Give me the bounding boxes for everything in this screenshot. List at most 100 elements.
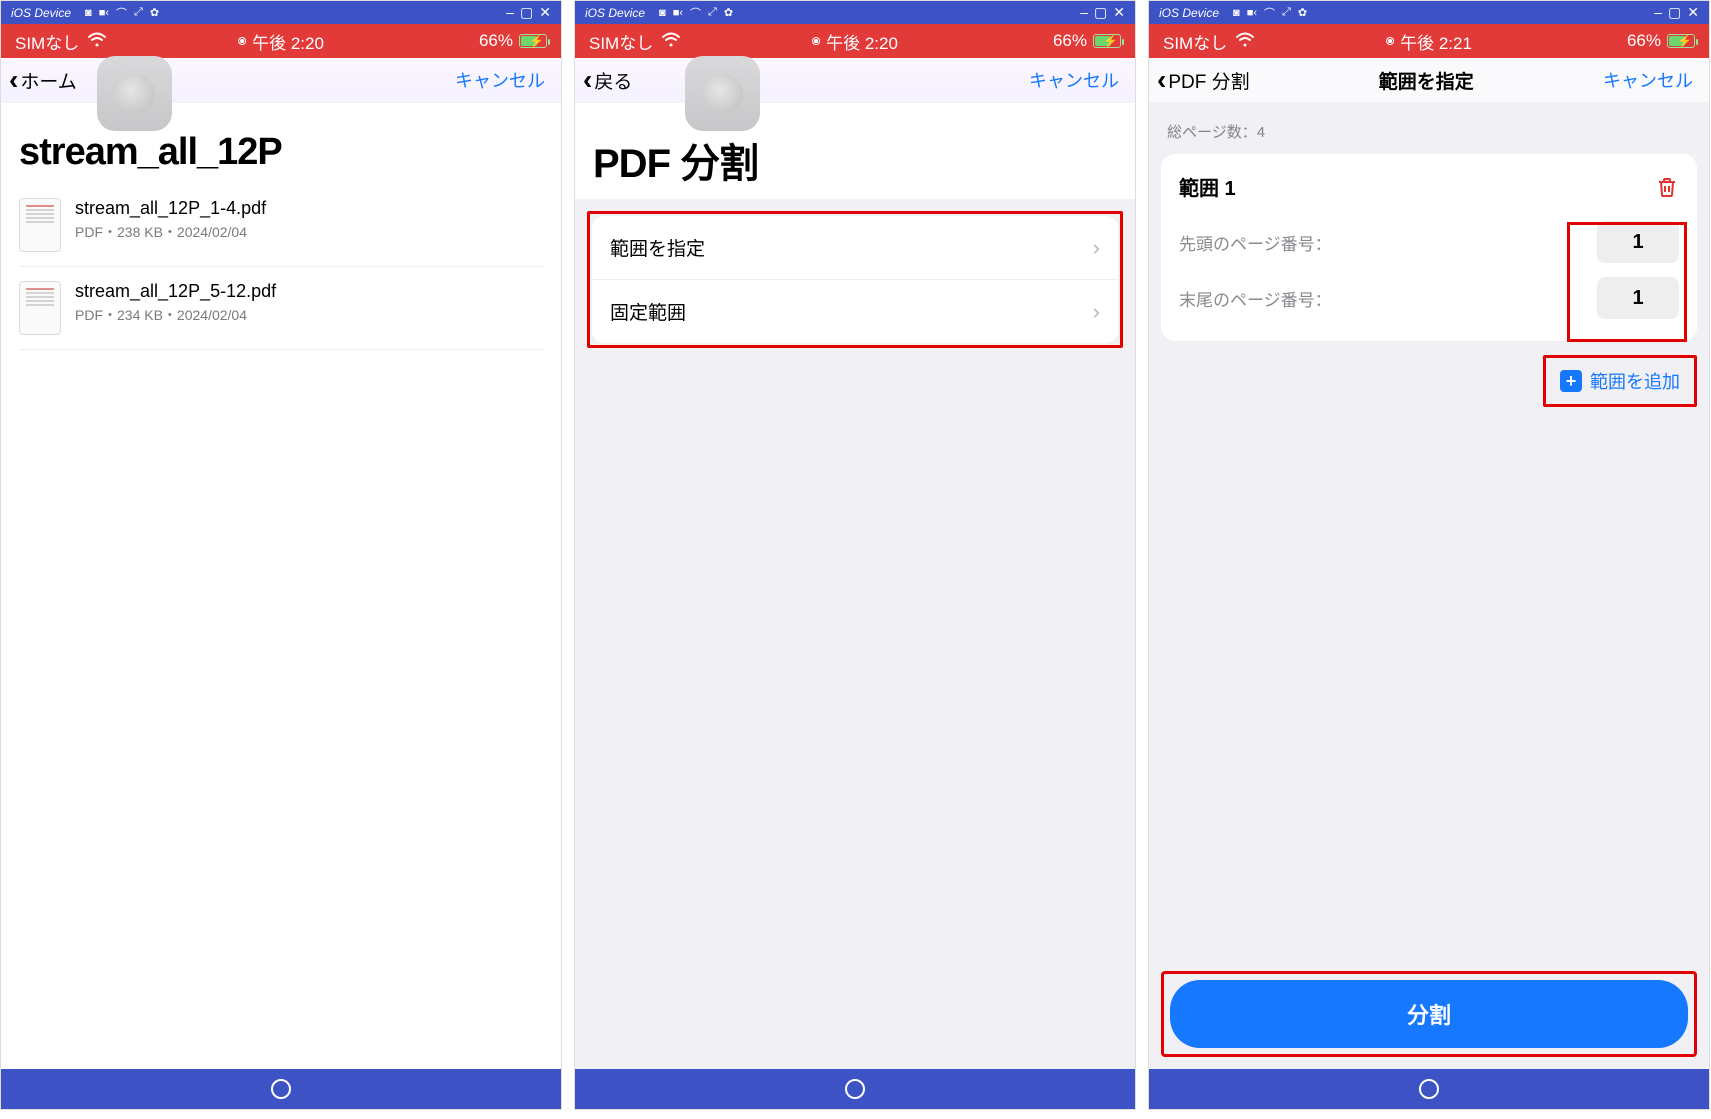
- clock: 午後 2:21: [1400, 29, 1472, 54]
- simulator-titlebar: iOS Device ◙ ■‹ ⌒ ⤢ ✿ – ▢ ✕: [1149, 1, 1709, 24]
- battery-icon: ⚡: [1667, 34, 1695, 48]
- screen-1: iOS Device ◙ ■‹ ⌒ ⤢ ✿ – ▢ ✕ SIMなし 午後 2:2…: [0, 0, 562, 1110]
- close-button[interactable]: ✕: [1113, 4, 1125, 21]
- sim-device-label: iOS Device: [585, 6, 645, 20]
- chevron-right-icon: ›: [1093, 235, 1100, 261]
- back-button[interactable]: ‹ PDF 分割: [1157, 66, 1250, 94]
- file-row[interactable]: stream_all_12P_5-12.pdf PDF・234 KB・2024/…: [19, 267, 543, 350]
- chevron-right-icon: ›: [1093, 299, 1100, 325]
- android-nav-bar: [1, 1069, 561, 1109]
- android-nav-bar: [575, 1069, 1135, 1109]
- record-icon: [238, 37, 246, 45]
- file-meta: PDF・234 KB・2024/02/04: [75, 305, 276, 325]
- start-page-label: 先頭のページ番号：: [1179, 230, 1332, 255]
- battery-percent: 66%: [479, 31, 513, 51]
- plus-icon: +: [1560, 370, 1582, 392]
- battery-percent: 66%: [1627, 31, 1661, 51]
- range-card: 範囲 1 先頭のページ番号： 1 末尾のページ番号： 1: [1161, 154, 1697, 341]
- page-title: PDF 分割: [575, 103, 1135, 199]
- cancel-button[interactable]: キャンセル: [1029, 67, 1119, 93]
- wifi-icon: [1235, 31, 1255, 52]
- chevron-left-icon: ‹: [583, 66, 592, 94]
- close-button[interactable]: ✕: [1687, 4, 1699, 21]
- video-icon[interactable]: ■‹: [673, 7, 683, 19]
- simulator-titlebar: iOS Device ◙ ■‹ ⌒ ⤢ ✿ – ▢ ✕: [1, 1, 561, 24]
- clock: 午後 2:20: [252, 29, 324, 54]
- maximize-button[interactable]: ▢: [1094, 4, 1107, 21]
- video-icon[interactable]: ■‹: [99, 7, 109, 19]
- pdf-thumb-icon: [19, 198, 61, 252]
- gear-icon[interactable]: ✿: [1298, 6, 1307, 19]
- cancel-button[interactable]: キャンセル: [1603, 67, 1693, 93]
- option-label: 範囲を指定: [610, 234, 705, 261]
- ios-status-bar: SIMなし 午後 2:20 66% ⚡: [575, 24, 1135, 58]
- ios-status-bar: SIMなし 午後 2:20 66% ⚡: [1, 24, 561, 58]
- split-button[interactable]: 分割: [1170, 980, 1688, 1048]
- file-name: stream_all_12P_5-12.pdf: [75, 281, 276, 302]
- ios-status-bar: SIMなし 午後 2:21 66% ⚡: [1149, 24, 1709, 58]
- sim-device-label: iOS Device: [1159, 6, 1219, 20]
- options-list: 範囲を指定 › 固定範囲 ›: [592, 216, 1118, 343]
- headphones-icon[interactable]: ⌒: [690, 5, 701, 21]
- video-icon[interactable]: ■‹: [1247, 7, 1257, 19]
- wifi-icon: [661, 31, 681, 52]
- cancel-button[interactable]: キャンセル: [455, 67, 545, 93]
- annotation-highlight: 分割: [1161, 971, 1697, 1057]
- android-nav-bar: [1149, 1069, 1709, 1109]
- nav-title: 範囲を指定: [1379, 67, 1474, 94]
- headphones-icon[interactable]: ⌒: [116, 5, 127, 21]
- add-range-button[interactable]: + 範囲を追加: [1546, 358, 1694, 404]
- sim-status: SIMなし: [15, 29, 79, 54]
- fullscreen-icon[interactable]: ⤢: [708, 6, 717, 19]
- option-specify-range[interactable]: 範囲を指定 ›: [592, 216, 1118, 280]
- back-label: ホーム: [20, 67, 76, 94]
- maximize-button[interactable]: ▢: [1668, 4, 1681, 21]
- minimize-button[interactable]: –: [1080, 4, 1088, 21]
- battery-percent: 66%: [1053, 31, 1087, 51]
- simulator-titlebar: iOS Device ◙ ■‹ ⌒ ⤢ ✿ – ▢ ✕: [575, 1, 1135, 24]
- sim-status: SIMなし: [1163, 29, 1227, 54]
- battery-icon: ⚡: [1093, 34, 1121, 48]
- nav-bar: ‹ 戻る キャンセル: [575, 58, 1135, 103]
- back-button[interactable]: ‹ ホーム: [9, 66, 77, 94]
- option-fixed-range[interactable]: 固定範囲 ›: [592, 280, 1118, 343]
- camera-icon[interactable]: ◙: [659, 7, 666, 19]
- gear-icon[interactable]: ✿: [150, 6, 159, 19]
- file-row[interactable]: stream_all_12P_1-4.pdf PDF・238 KB・2024/0…: [19, 184, 543, 267]
- fullscreen-icon[interactable]: ⤢: [1282, 6, 1291, 19]
- record-icon: [812, 37, 820, 45]
- record-icon: [1386, 37, 1394, 45]
- screen-3: iOS Device ◙ ■‹ ⌒ ⤢ ✿ – ▢ ✕ SIMなし 午後 2:2…: [1148, 0, 1710, 1110]
- clock: 午後 2:20: [826, 29, 898, 54]
- sim-device-label: iOS Device: [11, 6, 71, 20]
- end-page-label: 末尾のページ番号：: [1179, 286, 1332, 311]
- headphones-icon[interactable]: ⌒: [1264, 5, 1275, 21]
- pdf-thumb-icon: [19, 281, 61, 335]
- camera-icon[interactable]: ◙: [85, 7, 92, 19]
- back-button[interactable]: ‹ 戻る: [583, 66, 632, 94]
- maximize-button[interactable]: ▢: [520, 4, 533, 21]
- app-switcher-ghost-icon: [97, 56, 172, 131]
- trash-icon[interactable]: [1655, 175, 1679, 199]
- total-pages-label: 総ページ数：4: [1161, 115, 1697, 154]
- back-label: PDF 分割: [1168, 67, 1249, 94]
- file-list: stream_all_12P_1-4.pdf PDF・238 KB・2024/0…: [1, 184, 561, 350]
- camera-icon[interactable]: ◙: [1233, 7, 1240, 19]
- gear-icon[interactable]: ✿: [724, 6, 733, 19]
- fullscreen-icon[interactable]: ⤢: [134, 6, 143, 19]
- annotation-highlight: [1567, 222, 1687, 342]
- home-button[interactable]: [845, 1079, 865, 1099]
- minimize-button[interactable]: –: [1654, 4, 1662, 21]
- chevron-left-icon: ‹: [9, 66, 18, 94]
- annotation-highlight: + 範囲を追加: [1543, 355, 1697, 407]
- nav-bar: ‹ ホーム キャンセル: [1, 58, 561, 103]
- annotation-highlight: 範囲を指定 › 固定範囲 ›: [587, 211, 1123, 348]
- add-range-label: 範囲を追加: [1590, 368, 1680, 394]
- home-button[interactable]: [1419, 1079, 1439, 1099]
- home-button[interactable]: [271, 1079, 291, 1099]
- minimize-button[interactable]: –: [506, 4, 514, 21]
- chevron-left-icon: ‹: [1157, 66, 1166, 94]
- app-switcher-ghost-icon: [685, 56, 760, 131]
- nav-bar: ‹ PDF 分割 範囲を指定 キャンセル: [1149, 58, 1709, 103]
- close-button[interactable]: ✕: [539, 4, 551, 21]
